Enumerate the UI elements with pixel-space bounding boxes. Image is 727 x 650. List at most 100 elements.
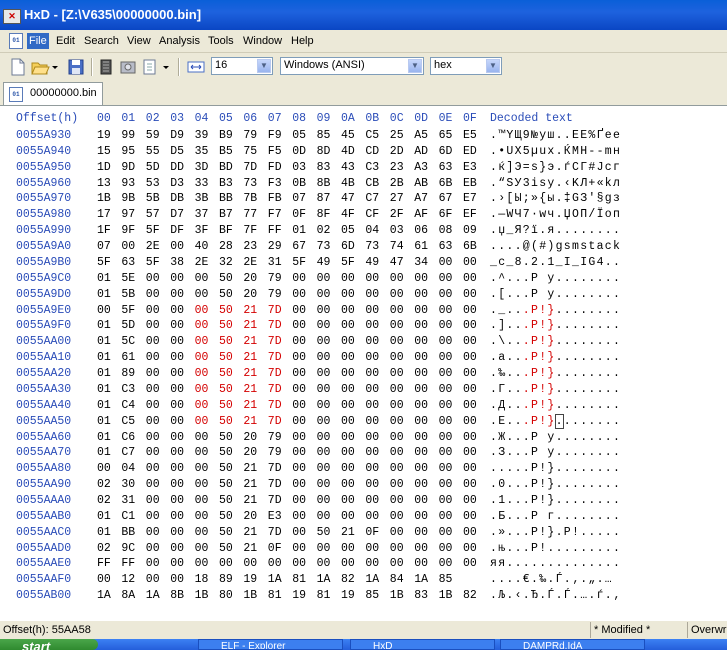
decoded-char[interactable]: . bbox=[588, 351, 595, 364]
hex-byte[interactable]: 00 bbox=[341, 494, 355, 507]
hex-byte[interactable]: 97 bbox=[121, 208, 135, 221]
decoded-char[interactable]: y bbox=[547, 288, 554, 301]
decoded-char[interactable]: П bbox=[580, 208, 587, 221]
decoded-char[interactable]: . bbox=[572, 304, 579, 317]
decoded-char[interactable]: } bbox=[547, 415, 554, 428]
decoded-char[interactable]: Ќ bbox=[564, 145, 571, 158]
decoded-char[interactable]: ] bbox=[498, 319, 505, 332]
decoded-char[interactable]: . bbox=[588, 478, 595, 491]
decoded-char[interactable]: Х bbox=[515, 145, 522, 158]
hex-byte[interactable]: 31 bbox=[121, 494, 135, 507]
decoded-char[interactable]: y bbox=[547, 431, 554, 444]
hex-byte[interactable]: 1A bbox=[317, 573, 331, 586]
decoded-char[interactable]: P bbox=[531, 510, 538, 523]
decoded-char[interactable]: 1 bbox=[498, 494, 505, 507]
decoded-char[interactable]: . bbox=[597, 494, 604, 507]
hex-byte[interactable]: 00 bbox=[146, 526, 160, 539]
hex-byte[interactable]: 01 bbox=[97, 399, 111, 412]
hex-byte[interactable]: 5B bbox=[121, 288, 135, 301]
hex-byte[interactable]: 04 bbox=[365, 224, 379, 237]
hex-byte[interactable]: A7 bbox=[414, 192, 428, 205]
hex-byte[interactable]: 29 bbox=[268, 240, 282, 253]
hex-byte[interactable]: 13 bbox=[97, 177, 111, 190]
hex-byte[interactable]: 00 bbox=[463, 542, 477, 555]
hex-byte[interactable]: 00 bbox=[365, 319, 379, 332]
hex-byte[interactable]: 47 bbox=[390, 256, 404, 269]
hex-byte[interactable]: 15 bbox=[97, 145, 111, 158]
decoded-char[interactable]: С bbox=[572, 161, 579, 174]
hex-byte[interactable]: 00 bbox=[365, 399, 379, 412]
hex-byte[interactable]: 00 bbox=[292, 510, 306, 523]
hex-byte[interactable]: 50 bbox=[219, 335, 233, 348]
decoded-char[interactable]: . bbox=[613, 319, 620, 332]
hex-byte[interactable]: 00 bbox=[414, 510, 428, 523]
decoded-char[interactable]: . bbox=[564, 431, 571, 444]
hex-byte[interactable]: 12 bbox=[121, 573, 135, 586]
hex-byte[interactable]: 21 bbox=[243, 383, 257, 396]
hex-byte[interactable]: 00 bbox=[170, 383, 184, 396]
decoded-char[interactable]: . bbox=[605, 288, 612, 301]
hex-byte[interactable]: 21 bbox=[341, 526, 355, 539]
decoded-char[interactable]: . bbox=[556, 272, 563, 285]
hex-byte[interactable]: 00 bbox=[146, 557, 160, 570]
hex-byte[interactable]: 00 bbox=[414, 526, 428, 539]
hex-byte[interactable]: 8D bbox=[317, 145, 331, 158]
decoded-char[interactable]: P bbox=[531, 415, 538, 428]
hex-byte[interactable]: 00 bbox=[146, 415, 160, 428]
hex-byte[interactable]: 20 bbox=[243, 431, 257, 444]
hex-byte[interactable]: 01 bbox=[97, 288, 111, 301]
hex-byte[interactable]: 23 bbox=[390, 161, 404, 174]
hex-byte[interactable]: 00 bbox=[170, 319, 184, 332]
hex-byte[interactable]: 20 bbox=[243, 288, 257, 301]
hex-byte[interactable]: B3 bbox=[219, 177, 233, 190]
decoded-char[interactable]: . bbox=[613, 335, 620, 348]
offset-base-select[interactable]: hex ▼ bbox=[430, 57, 502, 75]
hex-byte[interactable]: 19 bbox=[97, 129, 111, 142]
decoded-char[interactable]: . bbox=[605, 446, 612, 459]
decoded-char[interactable]: . bbox=[523, 288, 530, 301]
hex-byte[interactable]: 1A bbox=[414, 573, 428, 586]
hex-byte[interactable]: 9D bbox=[121, 161, 135, 174]
decoded-char[interactable]: . bbox=[572, 542, 579, 555]
decoded-char[interactable]: . bbox=[564, 351, 571, 364]
hex-byte[interactable]: 00 bbox=[463, 367, 477, 380]
decoded-char[interactable]: . bbox=[531, 573, 538, 586]
hex-byte[interactable]: 6D bbox=[439, 145, 453, 158]
hex-byte[interactable]: 00 bbox=[146, 272, 160, 285]
decoded-char[interactable]: « bbox=[597, 177, 604, 190]
hex-byte[interactable]: FF bbox=[121, 557, 135, 570]
hex-byte[interactable]: 67 bbox=[292, 240, 306, 253]
decoded-char[interactable]: л bbox=[613, 177, 620, 190]
hex-byte[interactable]: AB bbox=[414, 177, 428, 190]
decoded-char[interactable]: ! bbox=[539, 478, 546, 491]
decoded-char[interactable]: . bbox=[515, 351, 522, 364]
hex-byte[interactable]: 00 bbox=[146, 288, 160, 301]
decoded-char[interactable]: . bbox=[523, 526, 530, 539]
hex-byte[interactable]: 73 bbox=[365, 240, 379, 253]
decoded-char[interactable]: . bbox=[572, 431, 579, 444]
hex-byte[interactable]: 00 bbox=[146, 335, 160, 348]
decoded-char[interactable]: m bbox=[572, 240, 579, 253]
decoded-char[interactable]: P bbox=[531, 288, 538, 301]
decoded-char[interactable]: . bbox=[556, 526, 563, 539]
hex-byte[interactable]: 01 bbox=[97, 526, 111, 539]
hex-byte[interactable]: 87 bbox=[317, 192, 331, 205]
hex-byte[interactable]: 07 bbox=[292, 192, 306, 205]
decoded-char[interactable]: . bbox=[490, 304, 497, 317]
hex-byte[interactable]: 00 bbox=[463, 335, 477, 348]
decoded-char[interactable]: . bbox=[556, 542, 563, 555]
hex-byte[interactable]: 50 bbox=[219, 304, 233, 317]
hex-byte[interactable]: 00 bbox=[292, 399, 306, 412]
decoded-char[interactable]: . bbox=[490, 399, 497, 412]
hex-byte[interactable]: 00 bbox=[292, 272, 306, 285]
hex-byte[interactable]: 4D bbox=[341, 145, 355, 158]
hex-byte[interactable]: 01 bbox=[292, 224, 306, 237]
decoded-char[interactable]: Ѓ bbox=[564, 589, 571, 602]
decoded-char[interactable]: . bbox=[523, 319, 530, 332]
hex-byte[interactable]: 59 bbox=[146, 129, 160, 142]
decoded-char[interactable]: . bbox=[556, 161, 563, 174]
decoded-char[interactable]: . bbox=[588, 462, 595, 475]
hex-byte[interactable]: 00 bbox=[414, 319, 428, 332]
hex-byte[interactable]: 00 bbox=[341, 351, 355, 364]
decoded-char[interactable]: . bbox=[613, 478, 620, 491]
